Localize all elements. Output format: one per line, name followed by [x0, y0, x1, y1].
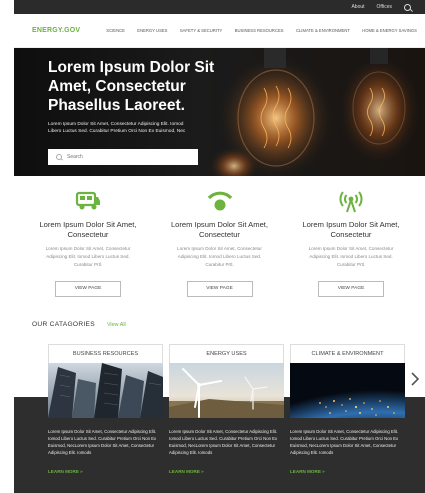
- learn-more-label: LEARN MORE: [48, 469, 79, 474]
- features-row: Lorem Ipsum Dolor Sit Amet, Consectetur …: [14, 188, 425, 297]
- offices-link[interactable]: Offices: [377, 4, 392, 10]
- utility-bar: About Offices: [14, 0, 425, 14]
- page: About Offices ENERGY.GOV SCIENCE ENERGY …: [14, 0, 425, 493]
- learn-more-label: LEARN MORE: [169, 469, 200, 474]
- search-icon: [56, 154, 62, 160]
- nav-item-home-energy-savings[interactable]: HOME & ENERGY SAVINGS: [362, 28, 417, 33]
- category-card-text: Lorem Ipsum Dolor Sit Amet, Consectetur …: [290, 429, 399, 455]
- category-card-title: BUSINESS RESOURCES: [48, 344, 163, 363]
- broadcast-tower-icon: [297, 188, 405, 214]
- wind-turbine-image: [169, 363, 284, 418]
- main-nav: ENERGY.GOV SCIENCE ENERGY USES SAFETY & …: [14, 14, 425, 48]
- hero-text-block: Lorem Ipsum Dolor Sit Amet, Consectetur …: [48, 58, 228, 135]
- category-card-business-resources[interactable]: BUSINESS RESOURCES Lorem Ipsum Dolor Sit…: [48, 344, 163, 490]
- learn-more-label: LEARN MORE: [290, 469, 321, 474]
- category-card-text: Lorem Ipsum Dolor Sit Amet, Consectetur …: [48, 429, 157, 455]
- learn-more-link[interactable]: LEARN MORE »: [48, 469, 163, 474]
- double-chevron-right-icon: »: [322, 469, 325, 474]
- learn-more-link[interactable]: LEARN MORE »: [169, 469, 284, 474]
- view-page-button[interactable]: VIEW PAGE: [318, 281, 384, 297]
- nav-item-safety-security[interactable]: SAFETY & SECURITY: [180, 28, 223, 33]
- feature-text: Lorem Ipsum Dolor Sit Amet, Consectetur …: [177, 246, 262, 267]
- feature-card: Lorem Ipsum Dolor Sit Amet, Consectetur …: [34, 188, 142, 297]
- category-card-energy-uses[interactable]: ENERGY USES Lorem Ipsum Dolor Sit Amet, …: [169, 344, 284, 490]
- view-page-button[interactable]: VIEW PAGE: [186, 281, 253, 297]
- learn-more-link[interactable]: LEARN MORE »: [290, 469, 405, 474]
- nav-item-energy-uses[interactable]: ENERGY USES: [137, 28, 167, 33]
- hero-banner: Lorem Ipsum Dolor Sit Amet, Consectetur …: [14, 48, 425, 176]
- about-link[interactable]: About: [351, 4, 364, 10]
- search-icon[interactable]: [404, 3, 411, 11]
- wifi-icon: [166, 188, 274, 214]
- double-chevron-right-icon: »: [80, 469, 83, 474]
- nav-item-business-resources[interactable]: BUSINESS RESOURCES: [235, 28, 284, 33]
- feature-title: Lorem Ipsum Dolor Sit Amet, Consectetur: [302, 220, 400, 239]
- nav-menu: SCIENCE ENERGY USES SAFETY & SECURITY BU…: [106, 28, 417, 33]
- feature-title: Lorem Ipsum Dolor Sit Amet, Consectetur: [170, 220, 269, 239]
- hero-search-input[interactable]: [67, 154, 177, 160]
- chevron-right-icon[interactable]: [411, 372, 419, 386]
- feature-text: Lorem Ipsum Dolor Sit Amet, Consectetur …: [45, 246, 131, 267]
- category-card-title: ENERGY USES: [169, 344, 284, 363]
- feature-card: Lorem Ipsum Dolor Sit Amet, Consectetur …: [297, 188, 405, 297]
- category-card-title: CLIMATE & ENVIRONMENT: [290, 344, 405, 363]
- earth-at-night-image: [290, 363, 405, 418]
- feature-card: Lorem Ipsum Dolor Sit Amet, Consectetur …: [166, 188, 274, 297]
- categories-title: OUR CATAGORIES: [32, 321, 95, 328]
- categories-section: BUSINESS RESOURCES Lorem Ipsum Dolor Sit…: [14, 338, 425, 493]
- site-logo[interactable]: ENERGY.GOV: [32, 27, 80, 34]
- categories-header: OUR CATAGORIES View All: [14, 321, 425, 328]
- category-cards: BUSINESS RESOURCES Lorem Ipsum Dolor Sit…: [48, 344, 405, 490]
- double-chevron-right-icon: »: [201, 469, 204, 474]
- feature-title: Lorem Ipsum Dolor Sit Amet, Consectetur: [39, 220, 137, 239]
- vehicle-icon: [34, 188, 142, 214]
- feature-text: Lorem Ipsum Dolor Sit Amet, Consectetur …: [308, 246, 394, 267]
- hero-search-box: [48, 149, 198, 165]
- hero-subtitle: Lorem Ipsum Dolor Sit Amet, Consectetur …: [48, 122, 186, 134]
- view-page-button[interactable]: VIEW PAGE: [55, 281, 121, 297]
- hero-title: Lorem Ipsum Dolor Sit Amet, Consectetur …: [48, 59, 215, 114]
- nav-item-climate-environment[interactable]: CLIMATE & ENVIRONMENT: [296, 28, 350, 33]
- view-all-link[interactable]: View All: [107, 322, 126, 328]
- category-card-climate-environment[interactable]: CLIMATE & ENVIRONMENT Lorem Ipsum Dolor …: [290, 344, 405, 490]
- category-card-text: Lorem Ipsum Dolor Sit Amet, Consectetur …: [169, 429, 278, 455]
- nav-item-science[interactable]: SCIENCE: [106, 28, 125, 33]
- city-skyline-image: [48, 363, 163, 418]
